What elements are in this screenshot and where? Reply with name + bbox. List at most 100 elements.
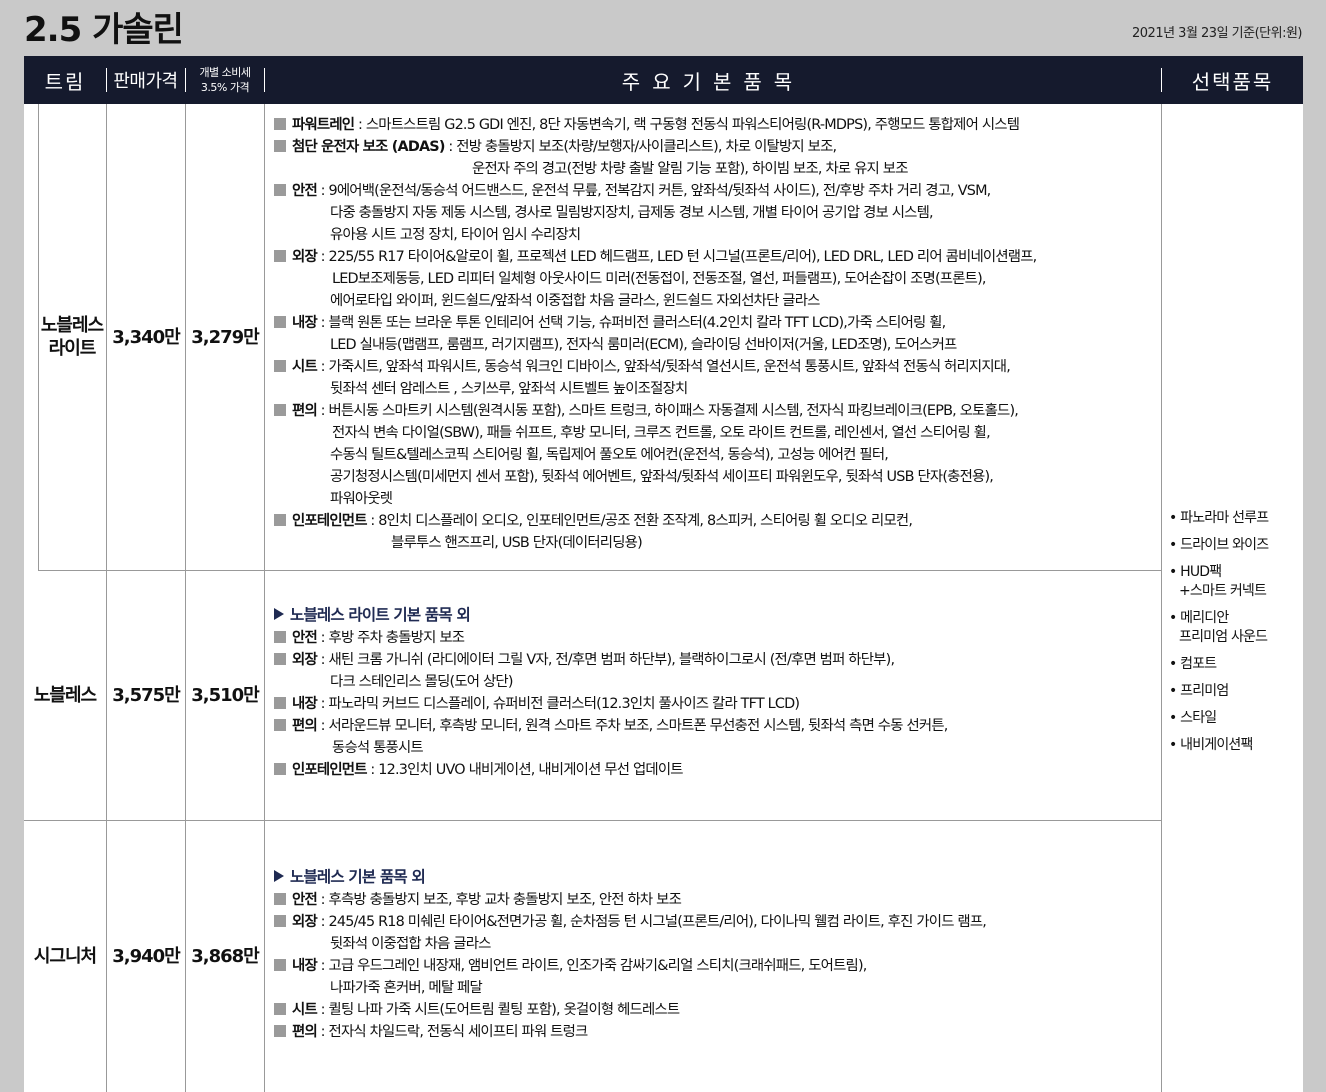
separator: : [316,403,329,419]
separator: : [316,892,329,908]
trim-price: 3,575만 [112,685,181,706]
feature-text: 전자식 변속 다이얼(SBW), 패들 쉬프트, 후방 모니터, 크루즈 컨트롤… [332,425,991,441]
separator: : [316,914,329,930]
feature-category: 편의 [292,403,318,419]
feature-continuation: LED 실내등(맵램프, 룸램프, 러기지램프), 전자식 룸미러(ECM), … [274,334,1159,356]
feature-continuation: 뒷좌석 이중접합 차음 글라스 [274,933,1159,955]
feature-item: 편의 : 서라운드뷰 모니터, 후측방 모니터, 원격 스마트 주차 보조, 스… [274,715,1159,737]
feature-text: 8인치 디스플레이 오디오, 인포테인먼트/공조 전환 조작계, 8스피커, 스… [378,513,913,529]
separator: : [316,1002,329,1018]
header-options: 선택품목 [1191,69,1274,94]
feature-item: 내장 : 파노라믹 커브드 디스플레이, 슈퍼비전 클러스터(12.3인치 풀사… [274,693,1159,715]
feature-continuation: 뒷좌석 센터 암레스트 , 스키쓰루, 앞좌석 시트벨트 높이조절장치 [274,378,1159,400]
square-bullet-icon [274,118,286,130]
feature-text: 12.3인치 UVO 내비게이션, 내비게이션 무선 업데이트 [378,762,683,778]
header-tax-price: 개별 소비세 3.5% 가격 [186,56,264,104]
option-item: • HUD팩 +스마트 커넥트 [1169,563,1299,601]
square-bullet-icon [274,697,286,709]
triangle-right-icon [274,608,284,620]
feature-category: 파워트레인 [292,117,355,133]
feature-item: 편의 : 전자식 차일드락, 전동식 세이프티 파워 트렁크 [274,1021,1159,1043]
feature-text: 퀼팅 나파 가죽 시트(도어트림 퀼팅 포함), 옷걸이형 헤드레스트 [328,1002,681,1018]
feature-category: 인포테인먼트 [292,762,367,778]
separator: : [444,139,457,155]
feature-continuation: 동승석 통풍시트 [274,737,1159,759]
main-items-trim-3: 노블레스 기본 품목 외 안전 : 후측방 충돌방지 보조, 후방 교차 충돌방… [274,866,1159,1043]
trim-name: 노블레스 [33,685,97,706]
feature-continuation: 공기청정시스템(미세먼지 센서 포함), 뒷좌석 에어벤트, 앞좌석/뒷좌석 세… [274,466,1159,488]
option-item: • 프리미엄 [1169,682,1299,701]
square-bullet-icon [274,1025,286,1037]
feature-category: 내장 [292,696,318,712]
square-bullet-icon [274,959,286,971]
square-bullet-icon [274,653,286,665]
separator: : [316,718,329,734]
header-trim: 트림 [44,69,86,94]
basis-date-note: 2021년 3월 23일 기준(단위:원) [1132,26,1303,41]
square-bullet-icon [274,893,286,905]
feature-continuation: 파워아웃렛 [274,488,1159,510]
feature-text: 전방 충돌방지 보조(차량/보행자/사이클리스트), 차로 이탈방지 보조, [456,139,837,155]
square-bullet-icon [274,631,286,643]
column-line [1161,104,1162,1092]
feature-item: 외장 : 새틴 크롬 가니쉬 (라디에이터 그릴 V자, 전/후면 범퍼 하단부… [274,649,1159,671]
feature-text: 9에어백(운전석/동승석 어드밴스드, 운전석 무릎, 전복감지 커튼, 앞좌석… [328,183,992,199]
header-tax-line1: 개별 소비세 [199,66,251,79]
feature-continuation: 나파가죽 혼커버, 메탈 페달 [274,977,1159,999]
feature-text: 고급 우드그레인 내장재, 앰비언트 라이트, 인조가죽 감싸기&리얼 스티치(… [328,958,868,974]
option-item: • 컴포트 [1169,655,1299,674]
feature-text: 유아용 시트 고정 장치, 타이어 임시 수리장치 [330,227,581,243]
square-bullet-icon [274,514,286,526]
square-bullet-icon [274,719,286,731]
option-label-continued: +스마트 커넥트 [1179,583,1267,599]
square-bullet-icon [274,140,286,152]
feature-category: 첨단 운전자 보조 (ADAS) [292,139,445,155]
feature-item: 내장 : 고급 우드그레인 내장재, 앰비언트 라이트, 인조가죽 감싸기&리얼… [274,955,1159,977]
feature-text: 뒷좌석 이중접합 차음 글라스 [330,936,491,952]
option-label: • HUD팩 [1169,564,1222,580]
feature-item: 안전 : 9에어백(운전석/동승석 어드밴스드, 운전석 무릎, 전복감지 커튼… [274,180,1159,202]
feature-text: 운전자 주의 경고(전방 차량 출발 알림 기능 포함), 하이빔 보조, 차로… [472,161,908,177]
square-bullet-icon [274,404,286,416]
triangle-right-icon [274,870,284,882]
feature-text: 파노라믹 커브드 디스플레이, 슈퍼비전 클러스터(12.3인치 풀사이즈 칼라… [328,696,801,712]
header-price: 판매가격 [113,71,178,92]
square-bullet-icon [274,360,286,372]
square-bullet-icon [274,763,286,775]
separator: : [366,513,379,529]
trim-tax-price: 3,279만 [191,326,260,348]
feature-continuation: 유아용 시트 고정 장치, 타이어 임시 수리장치 [274,224,1159,246]
feature-text: 새틴 크롬 가니쉬 (라디에이터 그릴 V자, 전/후면 범퍼 하단부), 블랙… [328,652,896,668]
price-sheet: 트림 판매가격 개별 소비세 3.5% 가격 주요기본품목 선택품목 노블레스 … [24,56,1303,1092]
feature-category: 외장 [292,249,318,265]
separator: : [316,652,329,668]
main-items-trim-2: 노블레스 라이트 기본 품목 외 안전 : 후방 주차 충돌방지 보조 외장 : … [274,604,1159,781]
feature-item: 시트 : 가죽시트, 앞좌석 파워시트, 동승석 워크인 디바이스, 앞좌석/뒷… [274,356,1159,378]
feature-text: 후측방 충돌방지 보조, 후방 교차 충돌방지 보조, 안전 하차 보조 [328,892,682,908]
feature-category: 인포테인먼트 [292,513,367,529]
option-item: • 파노라마 선루프 [1169,509,1299,528]
main-items-trim-1: 파워트레인 : 스마트스트림 G2.5 GDI 엔진, 8단 자동변속기, 랙 … [274,114,1159,554]
separator: : [316,183,329,199]
feature-item: 안전 : 후측방 충돌방지 보조, 후방 교차 충돌방지 보조, 안전 하차 보… [274,889,1159,911]
option-label: • 내비게이션팩 [1169,737,1253,753]
separator: : [316,315,329,331]
feature-text: 파워아웃렛 [330,491,393,507]
square-bullet-icon [274,915,286,927]
trim-tax-price: 3,510만 [191,685,260,706]
column-line [264,104,265,1092]
feature-continuation: 운전자 주의 경고(전방 차량 출발 알림 기능 포함), 하이빔 보조, 차로… [274,158,1159,180]
separator: : [354,117,366,133]
feature-text: 245/45 R18 미쉐린 타이어&전면가공 휠, 순차점등 턴 시그널(프론… [328,914,987,930]
feature-item: 편의 : 버튼시동 스마트키 시스템(원격시동 포함), 스마트 트렁크, 하이… [274,400,1159,422]
separator: : [316,958,329,974]
feature-item: 내장 : 블랙 원톤 또는 브라운 투톤 인테리어 선택 기능, 슈퍼비전 클러… [274,312,1159,334]
option-item: • 내비게이션팩 [1169,736,1299,755]
feature-category: 안전 [292,183,318,199]
feature-text: 수동식 틸트&텔레스코픽 스티어링 휠, 독립제어 풀오토 에어컨(운전석, 동… [330,447,889,463]
separator: : [316,359,329,375]
option-label: • 스타일 [1169,710,1217,726]
option-item: • 스타일 [1169,709,1299,728]
feature-continuation: 다중 충돌방지 자동 제동 시스템, 경사로 밀림방지장치, 급제동 경보 시스… [274,202,1159,224]
trim-tax-price: 3,868만 [191,946,260,967]
